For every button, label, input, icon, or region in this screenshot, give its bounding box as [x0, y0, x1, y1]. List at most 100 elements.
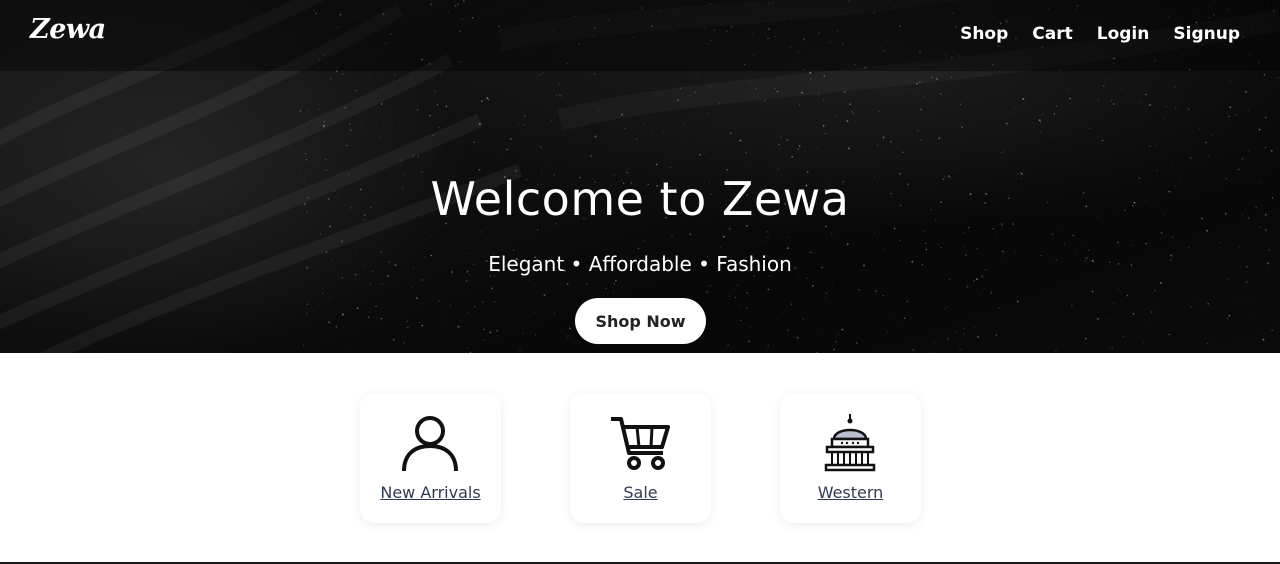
- shop-now-button[interactable]: Shop Now: [575, 298, 706, 344]
- category-card-new-arrivals[interactable]: New Arrivals: [360, 393, 501, 523]
- speckle: [1252, 115, 1254, 117]
- speckle: [689, 94, 691, 97]
- speckle: [846, 243, 849, 246]
- speckle: [322, 292, 324, 294]
- speckle: [598, 109, 600, 111]
- nav-links: Shop Cart Login Signup: [936, 24, 1240, 44]
- speckle: [400, 159, 403, 161]
- speckle: [1172, 236, 1174, 238]
- speckle: [484, 339, 486, 341]
- speckle: [955, 169, 957, 171]
- speckle: [877, 144, 879, 146]
- speckle: [1014, 107, 1016, 109]
- speckle: [1091, 290, 1094, 293]
- speckle: [1149, 104, 1151, 107]
- speckle: [749, 326, 752, 329]
- speckle: [528, 110, 530, 112]
- speckle: [478, 123, 481, 126]
- speckle: [1010, 112, 1011, 114]
- speckle: [543, 294, 546, 297]
- speckle: [1051, 233, 1054, 235]
- speckle: [734, 296, 737, 299]
- speckle: [948, 278, 951, 281]
- speckle: [542, 72, 544, 74]
- speckle: [818, 93, 820, 95]
- speckle: [671, 234, 673, 237]
- speckle: [930, 331, 931, 332]
- speckle: [1160, 231, 1163, 234]
- speckle: [780, 80, 782, 82]
- speckle: [841, 328, 844, 331]
- speckle: [466, 347, 468, 349]
- speckle: [618, 166, 620, 167]
- brand-logo[interactable]: Zewa: [30, 14, 106, 45]
- speckle: [354, 89, 357, 92]
- speckle: [809, 71, 812, 74]
- speckle: [407, 326, 409, 329]
- speckle: [1271, 329, 1273, 331]
- speckle: [329, 312, 331, 314]
- speckle: [1187, 246, 1190, 249]
- speckle: [1005, 122, 1008, 125]
- speckle: [473, 141, 476, 144]
- speckle: [307, 110, 309, 112]
- speckle: [528, 279, 530, 281]
- speckle: [529, 86, 531, 88]
- category-label[interactable]: Sale: [570, 483, 711, 502]
- speckle: [1143, 342, 1145, 343]
- speckle: [480, 100, 483, 103]
- speckle: [1121, 88, 1123, 90]
- nav-link-signup[interactable]: Signup: [1173, 24, 1240, 44]
- speckle: [831, 233, 833, 235]
- speckle: [421, 279, 424, 281]
- category-card-sale[interactable]: Sale: [570, 393, 711, 523]
- nav-link-shop[interactable]: Shop: [960, 24, 1008, 44]
- navbar: Zewa Shop Cart Login Signup: [0, 0, 1280, 71]
- speckle: [305, 152, 307, 155]
- speckle: [1249, 301, 1251, 303]
- speckle: [502, 153, 504, 155]
- speckle: [561, 337, 562, 338]
- speckle: [739, 139, 742, 142]
- category-label[interactable]: Western: [780, 483, 921, 502]
- speckle: [643, 240, 645, 242]
- speckle: [565, 338, 568, 340]
- speckle: [302, 344, 305, 347]
- speckle: [449, 304, 451, 307]
- speckle: [778, 144, 780, 146]
- speckle: [1189, 156, 1192, 159]
- shopping-cart-icon: [611, 417, 670, 470]
- nav-link-cart[interactable]: Cart: [1032, 24, 1072, 44]
- speckle: [1039, 120, 1042, 123]
- speckle: [995, 334, 998, 337]
- speckle: [417, 155, 420, 158]
- speckle: [1170, 121, 1171, 123]
- speckle: [744, 151, 747, 154]
- speckle: [589, 72, 590, 73]
- speckle: [843, 91, 846, 94]
- category-label[interactable]: New Arrivals: [360, 483, 501, 502]
- speckle: [662, 131, 664, 134]
- speckle: [922, 96, 925, 98]
- speckle: [493, 301, 496, 303]
- speckle: [1156, 169, 1158, 172]
- speckle: [380, 317, 383, 320]
- speckle: [931, 76, 933, 79]
- speckle: [523, 115, 526, 117]
- speckle: [406, 320, 408, 322]
- hero-subtitle: Elegant • Affordable • Fashion: [488, 252, 792, 276]
- speckle: [1107, 347, 1109, 348]
- speckle: [434, 90, 436, 92]
- speckle: [938, 137, 941, 140]
- speckle: [369, 77, 371, 79]
- category-card-western[interactable]: Western: [780, 393, 921, 523]
- nav-link-login[interactable]: Login: [1097, 24, 1150, 44]
- speckle: [920, 139, 922, 141]
- speckle: [483, 328, 486, 331]
- speckle: [806, 277, 808, 279]
- speckle: [1055, 350, 1057, 352]
- speckle: [1261, 162, 1262, 164]
- speckle: [440, 318, 442, 320]
- speckle: [824, 132, 827, 135]
- speckle: [557, 82, 560, 85]
